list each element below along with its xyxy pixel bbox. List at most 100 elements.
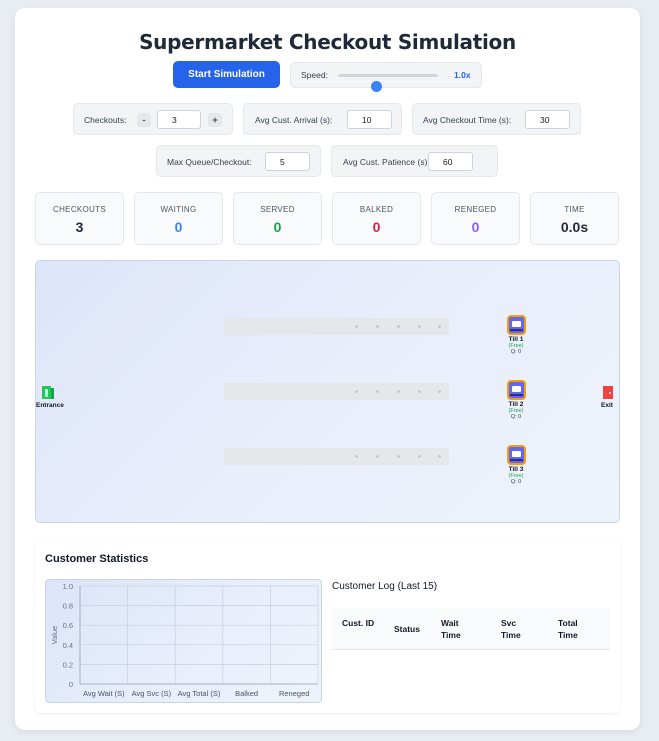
checkout-time-label: Avg Checkout Time (s): [423,115,512,125]
y-tick-label: 0.4 [63,641,73,650]
x-tick-label: Avg Wait (S) [83,689,125,698]
section-title: Customer Statistics [45,553,149,565]
patience-input[interactable]: 60 [428,152,473,171]
speed-label: Speed: [301,70,328,80]
stat-value: 0 [471,219,480,235]
page-title: Supermarket Checkout Simulation [139,30,516,54]
stat-label: WAITING [160,205,197,214]
till-queue-count: Q: 0 [510,414,522,420]
y-tick-label: 0.8 [63,602,73,611]
queue-slot [355,390,358,393]
queue-slot [418,455,421,458]
till-3: Till 3 (Free) Q: 0 [501,445,531,485]
stat-label: TIME [564,205,585,214]
till-1: Till 1 (Free) Q: 0 [501,315,531,355]
queue-slot [355,325,358,328]
queue-slot [397,390,400,393]
stat-value: 0 [273,219,282,235]
queue-lane-3 [224,448,449,465]
patience-control: Avg Cust. Patience (s): 60 [331,145,498,177]
max-queue-control: Max Queue/Checkout: 5 [156,145,321,177]
queue-slot [376,325,379,328]
checkouts-decrement-button[interactable]: - [137,113,151,127]
stat-time: TIME 0.0s [530,192,619,245]
till-name: Till 2 [508,401,524,408]
speed-slider-thumb[interactable] [370,81,382,92]
y-tick-label: 0 [69,680,73,689]
queue-slot [438,325,441,328]
speed-slider[interactable] [338,74,438,92]
customer-log-table-header: Cust. ID Status Wait Time Svc Time Total… [332,608,610,650]
queue-slot [397,455,400,458]
queue-slot [418,325,421,328]
log-col-wait-time: Wait Time [441,618,461,640]
stat-value: 0 [174,219,183,235]
start-simulation-button[interactable]: Start Simulation [173,61,280,88]
checkouts-increment-button[interactable]: + [208,113,222,127]
stat-waiting: WAITING 0 [134,192,223,245]
log-col-total-time: Total Time [558,618,578,640]
queue-slot [418,390,421,393]
queue-slot [397,325,400,328]
till-name: Till 1 [508,336,524,343]
queue-lane-2 [224,383,449,400]
customer-statistics-panel: Customer Statistics 0 0.2 0.4 0.6 0.8 1.0 Avg … [35,538,620,713]
log-col-cust-id: Cust. ID [342,618,375,628]
entrance-door-icon [42,386,54,399]
checkouts-input[interactable]: 3 [157,110,201,129]
queue-slot [438,455,441,458]
cash-register-icon [507,315,526,335]
max-queue-input[interactable]: 5 [265,152,310,171]
queue-slot [376,390,379,393]
statistics-chart: 0 0.2 0.4 0.6 0.8 1.0 Avg Wait (S) Avg Svc (S) A… [45,579,322,703]
log-col-status: Status [394,624,420,634]
exit-door-icon [603,386,613,399]
checkouts-control: Checkouts: - 3 + [73,103,233,135]
checkout-time-input[interactable]: 30 [525,110,570,129]
x-tick-label: Reneged [279,689,309,698]
arrival-control: Avg Cust. Arrival (s): 10 [243,103,402,135]
stat-checkouts: CHECKOUTS 3 [35,192,124,245]
stat-value: 0.0s [560,219,589,235]
cash-register-icon [507,445,526,465]
checkout-time-control: Avg Checkout Time (s): 30 [412,103,581,135]
x-tick-label: Avg Total (S) [178,689,221,698]
x-tick-label: Balked [235,689,258,698]
arrival-input[interactable]: 10 [347,110,392,129]
queue-slot [355,455,358,458]
till-2: Till 2 (Free) Q: 0 [501,380,531,420]
x-tick-label: Avg Svc (S) [132,689,172,698]
stat-label: SERVED [260,205,295,214]
stat-value: 0 [372,219,381,235]
simulation-area: Entrance Exit Till 1 (Free) Q: 0 Till 2 … [35,260,620,523]
speed-value: 1.0x [454,70,471,80]
y-axis-label: Value [50,626,59,645]
max-queue-label: Max Queue/Checkout: [167,157,252,167]
entrance-label: Entrance [36,402,64,409]
queue-slot [376,455,379,458]
patience-label: Avg Cust. Patience (s): [343,157,430,167]
y-tick-label: 0.2 [63,660,73,669]
main-card: Supermarket Checkout Simulation Start Si… [15,8,640,730]
stat-reneged: RENEGED 0 [431,192,520,245]
stat-value: 3 [75,219,84,235]
y-tick-label: 1.0 [63,582,73,591]
stat-label: RENEGED [454,205,497,214]
chart-svg: 0 0.2 0.4 0.6 0.8 1.0 Avg Wait (S) Avg Svc (S) A… [50,582,319,698]
stat-served: SERVED 0 [233,192,322,245]
till-queue-count: Q: 0 [510,479,522,485]
queue-slot [438,390,441,393]
customer-log-title: Customer Log (Last 15) [332,581,438,592]
y-tick-label: 0.6 [63,621,73,630]
log-col-svc-time: Svc Time [501,618,521,640]
stat-label: BALKED [359,205,394,214]
till-queue-count: Q: 0 [510,349,522,355]
cash-register-icon [507,380,526,400]
queue-lane-1 [224,318,449,335]
checkouts-label: Checkouts: [84,115,127,125]
speed-control: Speed: 1.0x [290,62,482,92]
arrival-label: Avg Cust. Arrival (s): [255,115,333,125]
stat-label: CHECKOUTS [53,205,106,214]
till-name: Till 3 [508,466,524,473]
stat-balked: BALKED 0 [332,192,421,245]
